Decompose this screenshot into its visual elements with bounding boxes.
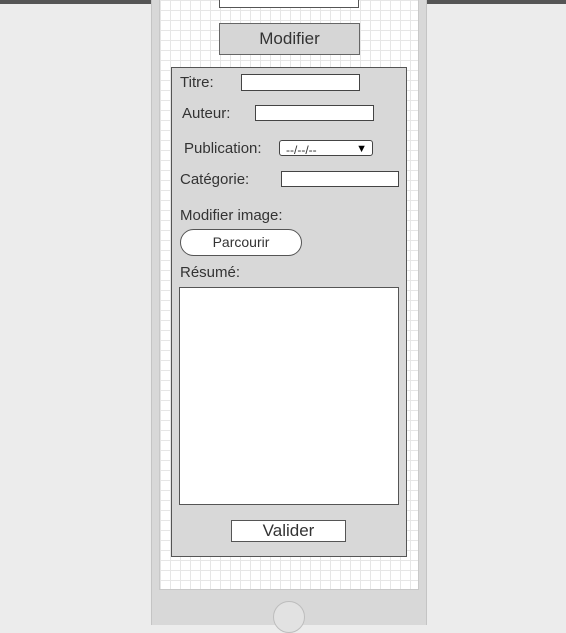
modify-button[interactable]: Modifier — [219, 23, 360, 55]
title-field[interactable] — [241, 74, 360, 91]
category-label: Catégorie: — [180, 171, 250, 188]
modify-image-label: Modifier image: — [180, 207, 283, 224]
author-label: Auteur: — [182, 105, 231, 122]
chevron-down-icon: ▼ — [356, 143, 367, 155]
summary-field[interactable] — [179, 287, 399, 505]
publication-date-value: --/--/-- — [286, 143, 317, 157]
title-label: Titre: — [180, 74, 214, 91]
author-field[interactable] — [255, 105, 374, 121]
publication-label: Publication: — [184, 140, 262, 157]
previous-field[interactable] — [219, 0, 359, 8]
summary-label: Résumé: — [180, 264, 241, 281]
category-field[interactable] — [281, 171, 399, 187]
submit-button[interactable]: Valider — [231, 520, 346, 542]
browse-button[interactable]: Parcourir — [180, 229, 302, 256]
home-button[interactable] — [273, 601, 305, 633]
publication-date-select[interactable]: --/--/-- ▼ — [279, 140, 373, 157]
